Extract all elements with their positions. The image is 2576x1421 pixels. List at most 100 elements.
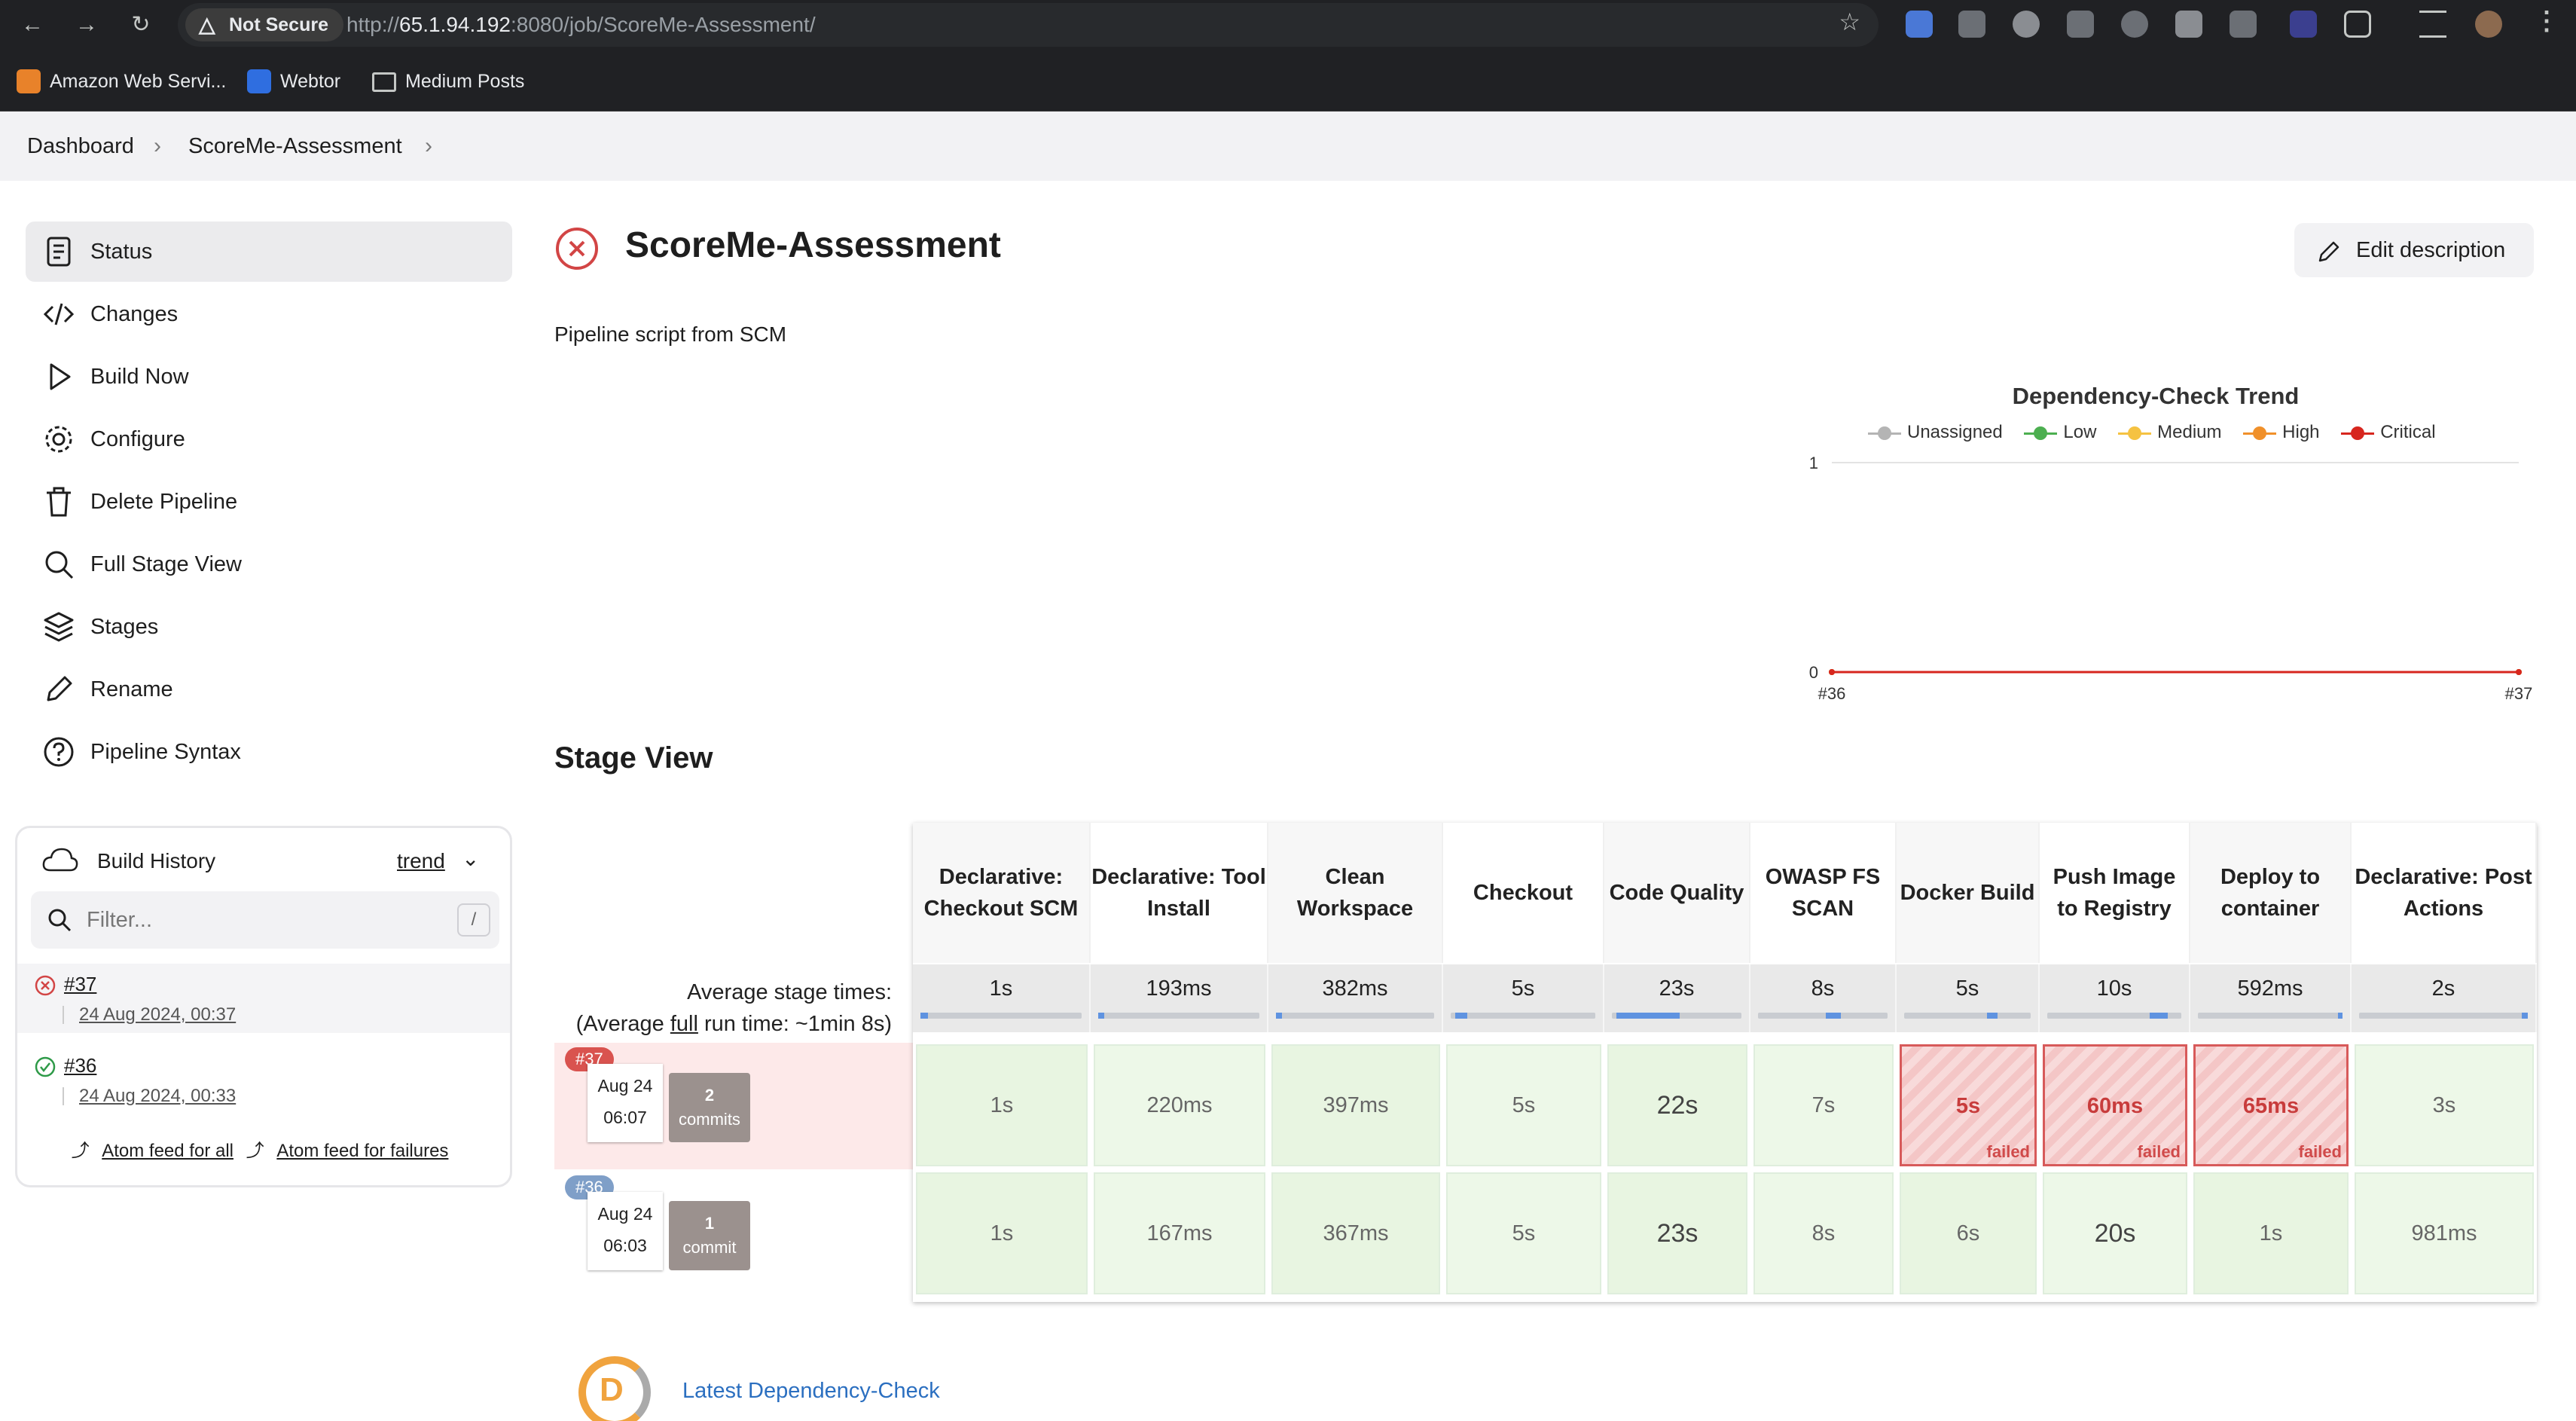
bookmark-webtor[interactable]: Webtor [247,66,340,96]
extension-icon[interactable] [2067,11,2094,38]
legend-marker [2243,426,2277,441]
rss-icon: ⤴ [71,1141,90,1161]
legend-item-medium[interactable]: Medium [2118,422,2221,443]
avatar[interactable] [2475,11,2502,38]
extension-icon[interactable] [1958,11,1985,38]
browser-menu-icon[interactable]: ⋮ [2534,6,2559,36]
sidebar-item-changes[interactable]: Changes [26,284,512,344]
run-commits-button[interactable]: 2 commits [669,1073,750,1142]
legend-item-low[interactable]: Low [2024,422,2096,443]
stage-cell[interactable]: 1s [2193,1172,2349,1294]
run-row-37[interactable]: #37 Aug 24 06:07 2 commits [554,1043,913,1169]
failed-status-icon [556,228,598,270]
sidebar-item-build-now[interactable]: Build Now [26,347,512,407]
atom-feed-failures-link[interactable]: Atom feed for failures [276,1141,448,1161]
breadcrumb: Dashboard › ScoreMe-Assessment › [0,112,2576,181]
breadcrumb-dashboard[interactable]: Dashboard [27,112,134,181]
feed-links: ⤴ Atom feed for all ⤴ Atom feed for fail… [17,1135,510,1162]
sidebar-item-status[interactable]: Status [26,222,512,282]
run-row-36[interactable]: #36 Aug 24 06:03 1 commit [554,1171,913,1297]
stage-cell[interactable]: 220ms [1094,1044,1265,1166]
sidebar-item-stages[interactable]: Stages [26,597,512,657]
sidebar-item-pipeline-syntax[interactable]: Pipeline Syntax [26,722,512,782]
stage-cell[interactable]: 5s [1446,1172,1601,1294]
code-icon [43,303,75,325]
stage-header: Push Image to Registry [2040,823,2190,963]
stage-header: Docker Build [1897,823,2040,963]
stage-cell[interactable]: 22s [1607,1044,1747,1166]
address-bar[interactable]: △ Not Secure http://65.1.94.192:8080/job… [178,3,1879,47]
build-row[interactable]: #36 24 Aug 2024, 00:33 [17,1045,510,1114]
extension-icon[interactable] [2230,11,2257,38]
search-icon [48,909,72,932]
bookmark-medium-posts[interactable]: Medium Posts [372,66,524,96]
x-tick-label: #37 [2505,684,2533,703]
run-commits-button[interactable]: 1 commit [669,1201,750,1270]
url-text: http://65.1.94.192:8080/job/ScoreMe-Asse… [346,13,816,36]
extension-icon[interactable] [2121,11,2148,38]
reload-icon[interactable]: ↻ [125,9,157,41]
trend-link[interactable]: trend [397,849,445,873]
data-point-critical[interactable] [2516,669,2522,675]
reading-list-icon[interactable] [2419,11,2446,38]
extension-icon[interactable] [2013,11,2040,38]
sidebar-item-configure[interactable]: Configure [26,409,512,469]
run-date: Aug 24 06:07 [588,1064,663,1142]
legend-marker [2024,426,2058,441]
bookmark-star-icon[interactable]: ☆ [1839,8,1860,36]
shortcut-key: / [457,903,490,937]
build-number-link[interactable]: #37 [64,973,96,996]
stage-cell[interactable]: 981ms [2355,1172,2534,1294]
build-row[interactable]: #37 24 Aug 2024, 00:37 [17,964,510,1033]
translate-extension-icon[interactable] [1906,11,1933,38]
stage-cell[interactable]: 1s [916,1172,1088,1294]
chevron-down-icon[interactable]: ⌄ [462,846,479,871]
build-filter-input[interactable] [87,902,418,938]
legend-item-unassigned[interactable]: Unassigned [1868,422,2003,443]
legend-item-critical[interactable]: Critical [2341,422,2436,443]
build-date-link[interactable]: 24 Aug 2024, 00:37 [63,1006,236,1024]
breadcrumb-job[interactable]: ScoreMe-Assessment [188,112,402,181]
sidebar-item-delete-pipeline[interactable]: Delete Pipeline [26,472,512,532]
build-number-link[interactable]: #36 [64,1054,96,1077]
stage-cell[interactable]: 5s [1446,1044,1601,1166]
job-description: Pipeline script from SCM [554,322,787,346]
chart-legend: Unassigned Low Medium High Critical [1868,422,2452,443]
cloud-icon [42,848,78,872]
sidebar-item-rename[interactable]: Rename [26,659,512,720]
stage-cell[interactable]: 7s [1753,1044,1894,1166]
security-chip[interactable]: △ Not Secure [185,8,343,41]
sidebar-item-full-stage-view[interactable]: Full Stage View [26,534,512,594]
back-icon[interactable]: ← [17,9,48,41]
full-run-link[interactable]: full [670,1012,698,1036]
extension-icon[interactable] [2290,11,2317,38]
stage-cell-failed[interactable]: 60ms failed [2043,1044,2187,1166]
stage-cell-failed[interactable]: 65ms failed [2193,1044,2349,1166]
stage-view-title: Stage View [554,741,713,775]
stage-cell[interactable]: 397ms [1271,1044,1440,1166]
bookmark-aws[interactable]: Amazon Web Servi... [17,66,226,96]
stage-cell[interactable]: 1s [916,1044,1088,1166]
stage-cell[interactable]: 3s [2355,1044,2534,1166]
chevron-right-icon: › [154,133,161,158]
stage-header: Checkout [1443,823,1604,963]
stage-cell[interactable]: 367ms [1271,1172,1440,1294]
atom-feed-all-link[interactable]: Atom feed for all [102,1141,233,1161]
extension-icon[interactable] [2175,11,2202,38]
latest-dependency-check-link[interactable]: Latest Dependency-Check [682,1379,940,1404]
forward-icon[interactable]: → [71,9,102,41]
legend-item-high[interactable]: High [2243,422,2320,443]
chevron-right-icon[interactable]: › [425,112,432,181]
data-point-critical[interactable] [1829,669,1835,675]
stage-cell[interactable]: 23s [1607,1172,1747,1294]
puzzle-icon[interactable] [2344,11,2371,38]
stage-cell-failed[interactable]: 5s failed [1900,1044,2037,1166]
stage-cell[interactable]: 167ms [1094,1172,1265,1294]
stage-cell[interactable]: 8s [1753,1172,1894,1294]
stage-cell[interactable]: 20s [2043,1172,2187,1294]
stage-view-table: Declarative: Checkout SCM Declarative: T… [913,823,2537,1302]
build-date-link[interactable]: 24 Aug 2024, 00:33 [63,1087,236,1105]
stage-header: Code Quality [1604,823,1750,963]
stage-cell[interactable]: 6s [1900,1172,2037,1294]
edit-description-button[interactable]: Edit description [2294,223,2534,277]
